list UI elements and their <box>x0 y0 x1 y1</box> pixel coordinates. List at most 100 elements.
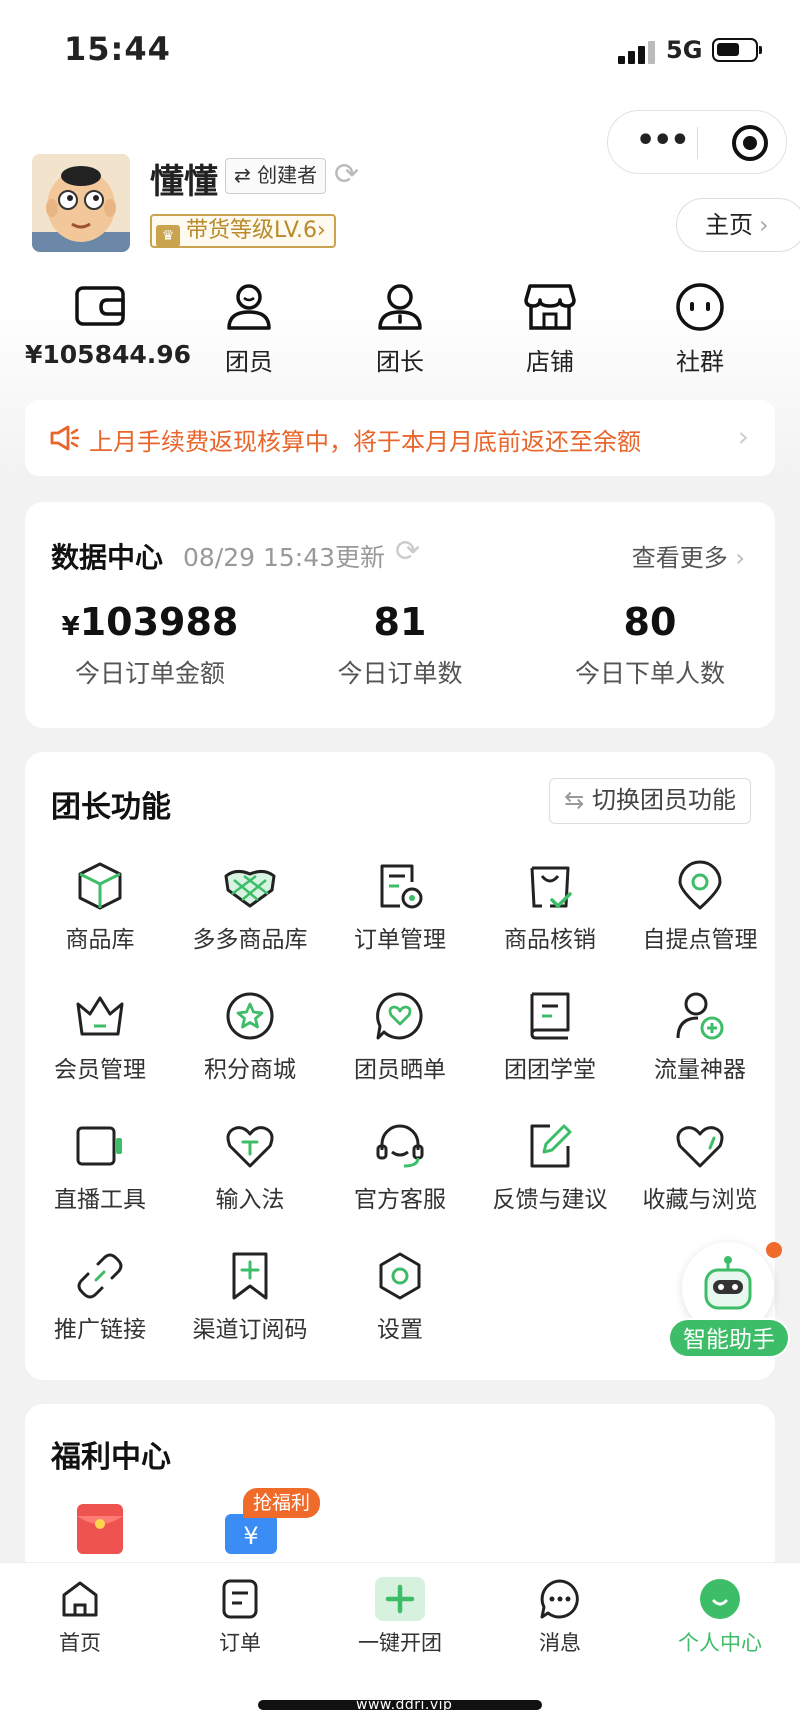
currency-symbol: ¥ <box>61 612 80 642</box>
chevron-right-icon: › <box>759 211 769 239</box>
camera-icon <box>76 1126 122 1166</box>
function-label: 会员管理 <box>54 1057 146 1083</box>
leader-functions-title: 团长功能 <box>51 790 171 825</box>
swap-icon: ⇄ <box>234 163 258 187</box>
stat-order-count[interactable]: 81 今日订单数 <box>275 600 525 690</box>
function-promo-link[interactable]: 推广链接 <box>25 1250 175 1344</box>
function-label: 订单管理 <box>354 927 446 953</box>
store-icon <box>524 284 576 330</box>
crown-icon <box>76 996 124 1036</box>
tab-start-group[interactable]: 一键开团 <box>320 1577 480 1657</box>
function-order-management[interactable]: 订单管理 <box>325 860 475 954</box>
message-icon <box>540 1579 579 1619</box>
function-label: 推广链接 <box>54 1317 146 1343</box>
settings-icon <box>379 1252 421 1300</box>
level-badge[interactable]: ♛ 带货等级LV.6› <box>150 214 336 248</box>
megaphone-icon <box>50 425 79 451</box>
view-more-label: 查看更多 <box>631 544 728 572</box>
quick-leader-label: 团长 <box>376 348 424 376</box>
order-manage-icon <box>380 864 423 909</box>
stat-order-amount[interactable]: ¥103988 今日订单金额 <box>25 600 275 690</box>
tab-profile[interactable]: 个人中心 <box>640 1577 800 1657</box>
heart-chat-icon <box>376 992 423 1040</box>
function-input-method[interactable]: 输入法 <box>175 1120 325 1214</box>
more-icon[interactable]: ••• <box>636 126 690 156</box>
stat-value: 103988 <box>79 600 239 644</box>
function-settings[interactable]: 设置 <box>325 1250 475 1344</box>
function-label: 多多商品库 <box>192 927 308 953</box>
tab-label: 订单 <box>219 1631 261 1655</box>
function-label: 商品核销 <box>504 927 596 953</box>
function-academy[interactable]: 团团学堂 <box>475 990 625 1084</box>
edit-icon <box>530 1124 572 1168</box>
function-member-management[interactable]: 会员管理 <box>25 990 175 1084</box>
function-customer-service[interactable]: 官方客服 <box>325 1120 475 1214</box>
function-product-library[interactable]: 商品库 <box>25 860 175 954</box>
function-duoduo-library[interactable]: 多多商品库 <box>175 860 325 954</box>
function-label: 积分商城 <box>204 1057 296 1083</box>
quick-leader[interactable]: 团长 <box>325 282 475 377</box>
username: 懂懂 <box>150 162 218 202</box>
quick-store[interactable]: 店铺 <box>475 282 625 377</box>
wallet-balance: ¥105844.96 <box>25 340 192 369</box>
function-member-showcase[interactable]: 团员晒单 <box>325 990 475 1084</box>
notice-bar[interactable]: 上月手续费返现核算中，将于本月月底前返还至余额 › <box>25 400 775 476</box>
cube-icon <box>78 862 122 910</box>
assistant-label: 智能助手 <box>668 1318 790 1358</box>
function-traffic-tool[interactable]: 流量神器 <box>625 990 775 1084</box>
quick-member[interactable]: 团员 <box>174 282 324 377</box>
stat-value: 81 <box>373 600 427 644</box>
function-label: 收藏与浏览 <box>642 1187 758 1213</box>
refresh-icon[interactable]: ⟳ <box>395 534 420 569</box>
close-miniprogram-icon[interactable] <box>732 125 768 161</box>
function-live-tool[interactable]: 直播工具 <box>25 1120 175 1214</box>
function-label: 商品库 <box>65 927 135 953</box>
quick-wallet[interactable]: ¥105844.96 <box>25 282 192 369</box>
tab-home[interactable]: 首页 <box>0 1577 160 1657</box>
heart-icon <box>676 1126 724 1168</box>
star-circle-icon <box>226 992 274 1040</box>
level-label: 带货等级LV.6 <box>186 218 318 243</box>
quick-member-label: 团员 <box>225 348 273 376</box>
function-label: 直播工具 <box>54 1187 146 1213</box>
switch-member-functions-button[interactable]: ⇆ 切换团员功能 <box>549 778 751 824</box>
bag-check-icon <box>530 866 572 909</box>
location-icon <box>678 860 722 910</box>
data-center-card: 数据中心 08/29 15:43更新 ⟳ 查看更多 › ¥103988 今日订单… <box>25 502 775 728</box>
quick-community[interactable]: 社群 <box>625 282 775 377</box>
function-label: 输入法 <box>215 1187 285 1213</box>
function-label: 流量神器 <box>654 1057 746 1083</box>
red-envelope-icon[interactable] <box>77 1504 123 1554</box>
chevron-right-icon: › <box>737 420 749 453</box>
network-type: 5G <box>666 36 703 64</box>
function-favorites-history[interactable]: 收藏与浏览 <box>625 1120 775 1214</box>
tab-label: 个人中心 <box>678 1631 762 1655</box>
homepage-label: 主页 <box>705 211 753 239</box>
tab-label: 消息 <box>539 1631 581 1655</box>
smart-assistant-button[interactable]: 智能助手 <box>668 1242 790 1362</box>
role-label: 创建者 <box>257 163 318 187</box>
homepage-button[interactable]: 主页 › <box>676 198 800 252</box>
function-label: 自提点管理 <box>642 927 758 953</box>
avatar[interactable] <box>32 154 130 252</box>
role-badge[interactable]: ⇄ 创建者 <box>225 158 327 194</box>
stat-buyer-count[interactable]: 80 今日下单人数 <box>525 600 775 690</box>
svg-text:¥: ¥ <box>243 1522 258 1550</box>
switch-icon: ⇆ <box>564 786 592 814</box>
quick-store-label: 店铺 <box>526 348 574 376</box>
refresh-icon[interactable]: ⟳ <box>334 160 359 190</box>
function-product-verification[interactable]: 商品核销 <box>475 860 625 954</box>
function-feedback[interactable]: 反馈与建议 <box>475 1120 625 1214</box>
stat-label: 今日订单数 <box>337 659 463 688</box>
function-channel-code[interactable]: 渠道订阅码 <box>175 1250 325 1344</box>
tab-orders[interactable]: 订单 <box>160 1577 320 1657</box>
chevron-right-icon: › <box>317 218 326 243</box>
function-pickup-point[interactable]: 自提点管理 <box>625 860 775 954</box>
leader-icon <box>378 284 422 330</box>
tab-messages[interactable]: 消息 <box>480 1577 640 1657</box>
function-label: 团员晒单 <box>354 1057 446 1083</box>
view-more-link[interactable]: 查看更多 › <box>632 538 745 573</box>
community-icon <box>676 283 724 331</box>
function-points-mall[interactable]: 积分商城 <box>175 990 325 1084</box>
watermark: www.ddri.vip <box>356 1697 453 1713</box>
